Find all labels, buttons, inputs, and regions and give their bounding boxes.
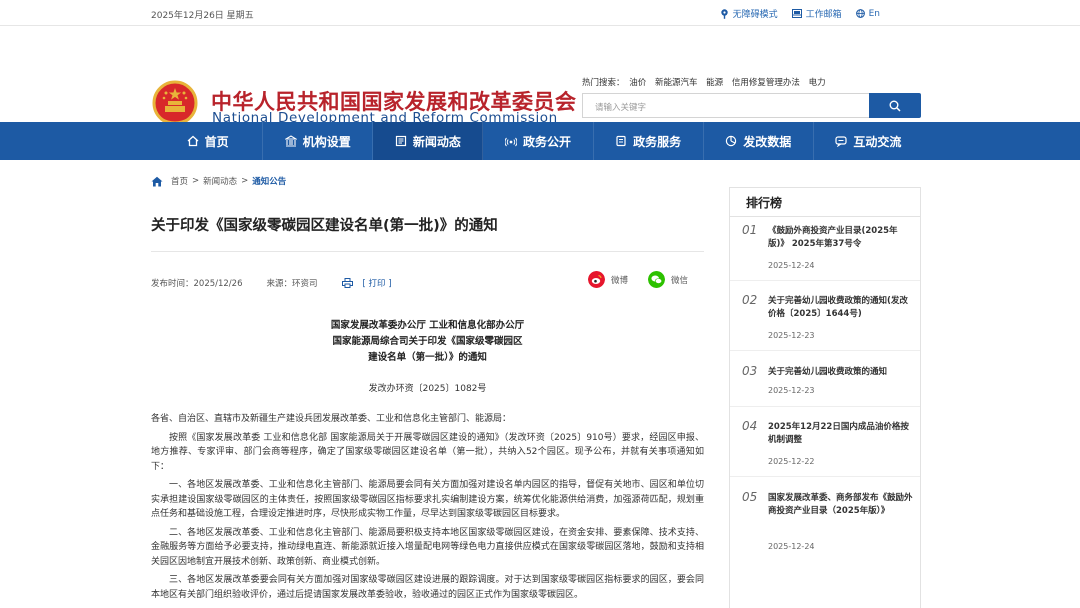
hot-search-label: 热门搜索： — [582, 78, 625, 88]
breadcrumb-news[interactable]: 新闻动态 — [203, 175, 237, 187]
printer-icon — [341, 278, 353, 288]
article-source: 来源：环资司 — [266, 279, 318, 289]
share-bar: 微博 微信 — [588, 271, 688, 288]
home-icon — [151, 176, 163, 186]
document-heading-line: 国家能源局综合司关于印发《国家级零碳园区 — [332, 336, 523, 347]
hot-term[interactable]: 能源 — [706, 78, 723, 88]
ranking-link[interactable]: 《鼓励外商投资产业目录(2025年版)》 2025年第37号令 — [768, 225, 914, 251]
ranking-number: 01 — [742, 223, 758, 237]
hot-term[interactable]: 新能源汽车 — [655, 78, 698, 88]
breadcrumb-separator: > — [241, 176, 249, 186]
nav-services[interactable]: 政务服务 — [594, 122, 704, 160]
ranking-separator — [730, 406, 920, 407]
ranking-link[interactable]: 2025年12月22日国内成品油价格按机制调整 — [768, 421, 914, 447]
ranking-date: 2025-12-24 — [768, 542, 815, 551]
weibo-icon — [588, 271, 605, 288]
search-icon — [889, 100, 901, 112]
publish-time: 发布时间：2025/12/26 — [151, 279, 243, 289]
document-heading-line: 国家发展改革委办公厅 工业和信息化部办公厅 — [330, 320, 525, 331]
wechat-icon — [648, 271, 666, 288]
news-icon — [395, 135, 406, 147]
hot-term[interactable]: 电力 — [809, 78, 826, 88]
ranking-number: 03 — [742, 364, 758, 378]
english-link[interactable]: En — [855, 7, 880, 20]
ranking-date: 2025-12-23 — [768, 331, 815, 340]
article-paragraph: 三、各地区发展改革委要会同有关方面加强对国家级零碳园区建设进展的跟踪调度。对于达… — [151, 575, 704, 600]
article-paragraph: 按照《国家发展改革委 工业和信息化部 国家能源局关于开展零碳园区建设的通知》（发… — [151, 432, 704, 472]
article-paragraph: 一、各地区发展改革委、工业和信息化主管部门、能源局要会同有关方面加强对建设名单内… — [151, 480, 704, 519]
article-paragraph: 二、各地区发展改革委、工业和信息化主管部门、能源局要积极支持本地区国家级零碳园区… — [151, 527, 704, 567]
nav-interaction[interactable]: 互动交流 — [814, 122, 923, 160]
nav-label: 新闻动态 — [412, 134, 461, 149]
ranking-date: 2025-12-23 — [768, 386, 815, 395]
ranking-panel: 排行榜 01 《鼓励外商投资产业目录(2025年版)》 2025年第37号令 2… — [729, 187, 921, 608]
nav-label: 政务服务 — [633, 134, 682, 149]
accessibility-link[interactable]: 无障碍模式 — [720, 7, 778, 20]
ranking-link[interactable]: 国家发展改革委、商务部发布《鼓励外商投资产业目录（2025年版）》 — [768, 492, 914, 518]
document-heading-line: 建设名单（第一批）》的通知 — [368, 352, 487, 363]
search-button[interactable] — [869, 93, 921, 118]
search-input[interactable]: 请输入关键字 — [582, 93, 870, 118]
ranking-link[interactable]: 关于完善幼儿园收费政策的通知 — [768, 366, 914, 379]
pie-chart-icon — [726, 135, 737, 147]
current-date: 2025年12月26日 星期五 — [151, 11, 254, 21]
ranking-separator — [730, 350, 920, 351]
nav-organization[interactable]: 机构设置 — [263, 122, 374, 160]
ranking-date: 2025-12-22 — [768, 457, 815, 466]
ranking-number: 02 — [742, 293, 758, 307]
building-icon — [284, 135, 297, 147]
wechat-label: 微信 — [671, 275, 689, 286]
weibo-label: 微博 — [611, 275, 629, 286]
ranking-number: 04 — [742, 419, 758, 433]
top-links: 无障碍模式 工作邮箱 En — [720, 7, 880, 20]
mail-icon — [791, 9, 802, 18]
nav-label: 发改数据 — [743, 134, 792, 149]
share-wechat-button[interactable]: 微信 — [648, 271, 688, 288]
ranking-number: 05 — [742, 490, 758, 504]
hot-term[interactable]: 信用修复管理办法 — [732, 78, 800, 88]
article-body: 各省、自治区、直辖市及新疆生产建设兵团发展改革委、工业和信息化主管部门、能源局：… — [151, 412, 704, 606]
nav-home[interactable]: 首页 — [153, 122, 264, 160]
breadcrumb-current[interactable]: 通知公告 — [252, 175, 286, 187]
service-icon — [616, 135, 626, 147]
hot-search: 热门搜索： 油价 新能源汽车 能源 信用修复管理办法 电力 — [582, 76, 832, 88]
home-icon — [187, 135, 198, 147]
ranking-separator — [730, 280, 920, 281]
nav-data[interactable]: 发改数据 — [704, 122, 814, 160]
broadcast-icon — [504, 137, 517, 147]
breadcrumb: 首页 > 新闻动态 > 通知公告 — [151, 175, 286, 187]
nav-label: 互动交流 — [853, 134, 902, 149]
globe-icon — [855, 9, 865, 18]
nav-label: 首页 — [204, 134, 229, 149]
ranking-title: 排行榜 — [746, 196, 783, 210]
ranking-link[interactable]: 关于完善幼儿园收费政策的通知(发改价格〔2025〕1644号) — [768, 295, 914, 321]
nav-label: 政务公开 — [522, 134, 571, 149]
nav-label: 机构设置 — [302, 134, 351, 149]
accessibility-label: 无障碍模式 — [732, 10, 778, 20]
breadcrumb-home[interactable]: 首页 — [171, 175, 188, 187]
ranking-divider — [730, 216, 920, 217]
print-label: [ 打印 ] — [362, 279, 392, 289]
accessibility-icon — [720, 8, 728, 19]
chat-icon — [835, 136, 848, 147]
breadcrumb-separator: > — [192, 176, 200, 186]
share-weibo-button[interactable]: 微博 — [588, 271, 628, 288]
nav-news[interactable]: 新闻动态 — [373, 122, 484, 160]
print-button[interactable]: [ 打印 ] — [341, 277, 392, 289]
document-number: 发改办环资〔2025〕1082号 — [368, 384, 487, 394]
ranking-date: 2025-12-24 — [768, 261, 815, 270]
english-label: En — [868, 8, 880, 19]
ranking-separator — [730, 476, 920, 477]
mail-link[interactable]: 工作邮箱 — [791, 7, 842, 20]
article-meta: 发布时间：2025/12/26 来源：环资司 [ 打印 ] — [151, 277, 392, 289]
article-title: 关于印发《国家级零碳园区建设名单(第一批)》的通知 — [151, 218, 498, 234]
title-divider — [151, 251, 704, 252]
article-paragraph: 各省、自治区、直辖市及新疆生产建设兵团发展改革委、工业和信息化主管部门、能源局： — [151, 414, 512, 424]
hot-term[interactable]: 油价 — [629, 78, 646, 88]
top-bar: 2025年12月26日 星期五 无障碍模式 工作邮箱 En — [0, 0, 1080, 26]
main-nav: 首页 机构设置 新闻动态 政务公开 政务服务 发改数据 互动交流 — [0, 122, 1080, 160]
nav-public-affairs[interactable]: 政务公开 — [483, 122, 594, 160]
mail-label: 工作邮箱 — [805, 10, 842, 20]
site-header: 中华人民共和国国家发展和改革委员会 National Development a… — [0, 26, 1080, 130]
